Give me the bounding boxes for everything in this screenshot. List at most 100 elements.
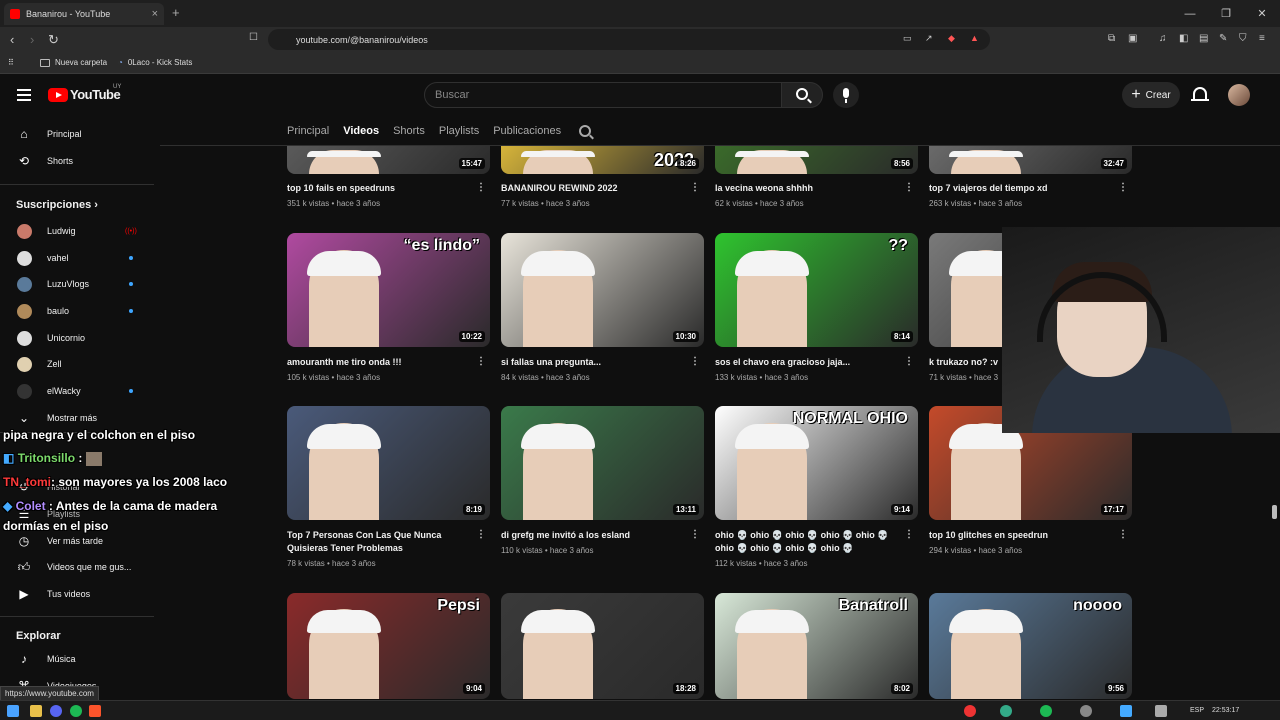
video-title[interactable]: ohio 💀 ohio 💀 ohio 💀 ohio 💀 ohio 💀 ohio … [715,529,900,555]
wallet-icon[interactable]: ▤ [1199,33,1208,44]
video-thumbnail[interactable]: 8:56 [715,146,918,174]
sidebar-toggle-icon[interactable]: ◧ [1179,33,1188,44]
video-title[interactable]: la vecina weona shhhh [715,182,900,195]
back-icon[interactable]: ‹ [10,32,14,47]
sidebar-item-subscription[interactable]: elWacky [0,378,154,404]
vpn-icon[interactable]: ⛉ [1239,33,1247,44]
cast-icon[interactable]: ▭ [903,33,912,44]
more-options-icon[interactable]: ⋮ [1118,529,1128,540]
video-thumbnail[interactable]: 32:47 [929,146,1132,174]
more-options-icon[interactable]: ⋮ [904,529,914,540]
extensions-icon[interactable]: ⧉ [1108,33,1115,44]
discord-icon[interactable] [50,705,62,717]
close-window-icon[interactable]: ✕ [1244,0,1280,27]
leo-icon[interactable]: ✎ [1219,33,1227,44]
tab-publicaciones[interactable]: Publicaciones [493,125,561,137]
account-avatar[interactable] [1228,84,1250,106]
youtube-logo[interactable]: YouTube UY [48,84,121,102]
notifications-icon[interactable] [1191,87,1209,101]
tray-icon[interactable] [964,705,976,717]
video-thumbnail[interactable]: ?? 8:14 [715,233,918,347]
restore-icon[interactable]: ❐ [1208,0,1244,27]
sidebar-item-principal[interactable]: ⌂ Principal [0,121,154,147]
windows-start-icon[interactable] [7,705,19,717]
channel-search-icon[interactable] [579,125,592,137]
voice-search-icon[interactable] [833,82,859,108]
video-thumbnail[interactable]: 15:47 [287,146,490,174]
video-thumbnail[interactable]: NORMAL OHIO 9:14 [715,406,918,520]
bookmark-folder[interactable]: Nueva carpeta [40,58,107,67]
video-title[interactable]: top 10 fails en speedruns [287,182,472,195]
more-options-icon[interactable]: ⋮ [690,182,700,193]
minimize-icon[interactable]: — [1172,0,1208,27]
video-title[interactable]: sos el chavo era gracioso jaja... [715,356,900,369]
video-thumbnail[interactable]: 8:19 [287,406,490,520]
video-thumbnail[interactable]: Banatroll 8:02 [715,593,918,699]
scrollbar-thumb[interactable] [1272,505,1277,519]
sidebar-item-your-videos[interactable]: ▶ Tus videos [0,581,154,607]
bookmark-icon[interactable]: ☐ [249,32,258,43]
brave-rewards-icon[interactable]: ▲ [970,33,979,43]
video-thumbnail[interactable]: noooo 9:56 [929,593,1132,699]
more-options-icon[interactable]: ⋮ [476,356,486,367]
tab-close-icon[interactable]: × [152,8,158,20]
network-icon[interactable] [1120,705,1132,717]
search-button[interactable] [781,82,823,108]
file-explorer-icon[interactable] [30,705,42,717]
more-options-icon[interactable]: ⋮ [904,182,914,193]
language-indicator[interactable]: ESP [1190,707,1204,714]
video-title[interactable]: si fallas una pregunta... [501,356,686,369]
more-options-icon[interactable]: ⋮ [904,356,914,367]
sidebar-item-subscription[interactable]: Unicornio [0,325,154,351]
more-options-icon[interactable]: ⋮ [1118,182,1128,193]
extension-icon[interactable]: ▣ [1128,33,1137,44]
video-title[interactable]: top 7 viajeros del tiempo xd [929,182,1114,195]
video-title[interactable]: di grefg me invitó a los esland [501,529,686,542]
video-thumbnail[interactable]: Pepsi 9:04 [287,593,490,699]
sidebar-item-subscription[interactable]: vahel [0,245,154,271]
video-title[interactable]: amouranth me tiro onda !!! [287,356,472,369]
subscriptions-heading[interactable]: Suscripciones › [16,199,98,211]
video-title[interactable]: Top 7 Personas Con Las Que Nunca Quisier… [287,529,472,555]
reload-icon[interactable]: ↻ [48,32,59,48]
forward-icon[interactable]: › [30,32,34,47]
tab-shorts[interactable]: Shorts [393,125,425,137]
url-bar[interactable]: youtube.com/@bananirou/videos [268,29,990,50]
video-thumbnail[interactable]: 13:11 [501,406,704,520]
volume-icon[interactable] [1155,705,1167,717]
tab-videos[interactable]: Videos [343,125,379,137]
sidebar-item-liked[interactable]: 👍︎ Videos que me gus... [0,554,154,580]
sidebar-item-music[interactable]: ♪ Música [0,646,154,672]
sidebar-item-subscription[interactable]: Ludwig ((•)) [0,218,154,244]
tray-icon[interactable] [1000,705,1012,717]
hamburger-menu-icon[interactable] [17,89,31,101]
video-thumbnail[interactable]: 10:30 [501,233,704,347]
search-input[interactable]: Buscar [424,82,782,108]
tab-principal[interactable]: Principal [287,125,329,137]
tray-icon[interactable] [1040,705,1052,717]
spotify-icon[interactable] [70,705,82,717]
menu-icon[interactable]: ≡ [1259,33,1265,44]
sidebar-item-subscription[interactable]: LuzuVlogs [0,271,154,297]
share-icon[interactable]: ↗ [925,33,933,44]
brave-shield-icon[interactable]: ◆ [948,33,955,44]
create-button[interactable]: + Crear [1122,82,1180,108]
video-thumbnail[interactable]: “es lindo” 10:22 [287,233,490,347]
browser-tab[interactable]: Bananirou - YouTube × [4,3,164,25]
apps-icon[interactable]: ⠿ [8,58,14,67]
bookmark-link[interactable]: ◔ 0Laco - Kick Stats [118,58,192,67]
music-icon[interactable]: ♫ [1159,33,1167,44]
clock[interactable]: 22:53:17 [1212,707,1239,714]
video-thumbnail[interactable]: 18:28 [501,593,704,699]
more-options-icon[interactable]: ⋮ [690,356,700,367]
sidebar-item-subscription[interactable]: baulo [0,298,154,324]
new-tab-button[interactable]: + [172,5,180,20]
more-options-icon[interactable]: ⋮ [690,529,700,540]
tray-icon[interactable] [1080,705,1092,717]
video-thumbnail[interactable]: 2022 8:26 [501,146,704,174]
more-options-icon[interactable]: ⋮ [476,182,486,193]
sidebar-item-subscription[interactable]: Zell [0,351,154,377]
video-title[interactable]: BANANIROU REWIND 2022 [501,182,686,195]
tab-playlists[interactable]: Playlists [439,125,479,137]
more-options-icon[interactable]: ⋮ [476,529,486,540]
